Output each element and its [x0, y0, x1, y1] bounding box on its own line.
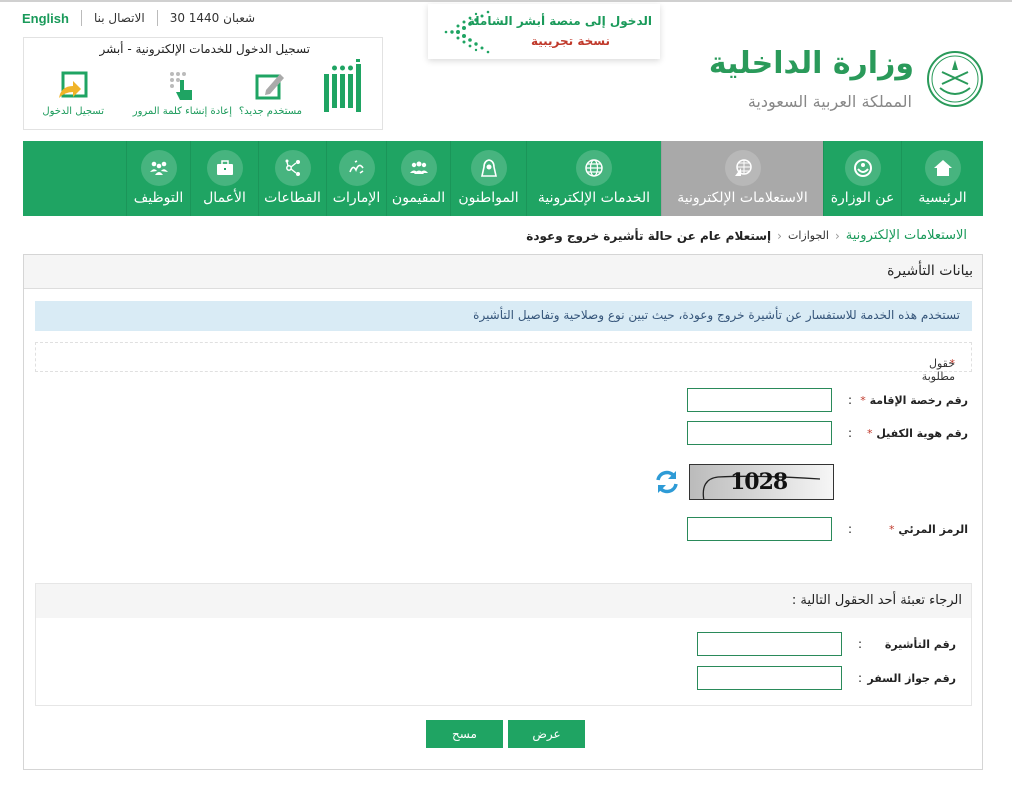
visa-number-row: رقم التأشيرة : — [22, 632, 982, 658]
keypad-hand-icon — [170, 72, 193, 100]
promo-subtitle: نسخة تجريبية — [530, 34, 610, 48]
briefcase-icon — [206, 150, 243, 186]
top-links: English الاتصال بنا 30 شعبان 1440 — [22, 10, 255, 26]
absher-platform-promo[interactable]: الدخول إلى منصة أبشر الشاملة نسخة تجريبي… — [428, 4, 660, 59]
colon: : — [857, 671, 862, 685]
colon: : — [857, 637, 862, 651]
saudi-emblem-icon — [927, 51, 983, 107]
nav-emirates[interactable]: الإمارات — [326, 141, 386, 216]
visa-data-panel: بيانات التأشيرة تستخدم هذه الخدمة للاستف… — [23, 254, 983, 770]
clear-button[interactable]: مسح — [426, 720, 503, 748]
globe-icon — [576, 150, 612, 186]
nav-residents[interactable]: المقيمون — [386, 141, 450, 216]
emirates-icon — [338, 150, 375, 186]
colon: : — [847, 522, 852, 536]
iqama-label: رقم رخصة الإقامة * — [860, 394, 968, 407]
panel-title: بيانات التأشيرة — [887, 263, 973, 279]
nav-about-ministry[interactable]: عن الوزارة — [823, 141, 901, 216]
inquiry-globe-icon — [724, 150, 761, 186]
ministry-emblem-icon — [844, 150, 881, 186]
ministry-name: وزارة الداخلية — [708, 46, 914, 81]
nav-e-services-label: الخدمات الإلكترونية — [537, 190, 651, 206]
citizen-icon — [470, 150, 507, 186]
section2-header: الرجاء تعبئة أحد الحقول التالية : — [36, 584, 971, 618]
login-icon — [59, 71, 88, 98]
chevron-left-icon: ‹ — [834, 228, 840, 243]
nav-about-label: عن الوزارة — [830, 190, 895, 206]
sponsor-row: رقم هوية الكفيل * : — [22, 421, 982, 447]
captcha-input[interactable] — [687, 517, 832, 541]
employment-icon — [140, 150, 177, 186]
nav-e-services[interactable]: الخدمات الإلكترونية — [526, 141, 661, 216]
residents-icon — [400, 150, 437, 186]
nav-employment[interactable]: التوظيف — [126, 141, 190, 216]
breadcrumb-current: إستعلام عام عن حالة تأشيرة خروج وعودة — [526, 228, 772, 243]
panel-header: بيانات التأشيرة — [24, 255, 982, 289]
colon: : — [847, 393, 852, 407]
breadcrumb-e-inquiries[interactable]: الاستعلامات الإلكترونية — [846, 228, 967, 243]
reset-password-label: إعادة إنشاء كلمة المرور — [132, 106, 232, 117]
nav-home[interactable]: الرئيسية — [901, 141, 983, 216]
reset-password-button[interactable]: إعادة إنشاء كلمة المرور — [133, 70, 232, 117]
divider — [156, 10, 158, 26]
captcha-image: 1028 — [689, 464, 834, 500]
new-user-button[interactable]: مستخدم جديد؟ — [239, 70, 302, 117]
chevron-left-icon: ‹ — [777, 228, 782, 243]
nav-home-label: الرئيسية — [918, 190, 967, 206]
nav-citizens-label: المواطنون — [458, 190, 519, 206]
login-button[interactable]: تسجيل الدخول — [42, 70, 104, 117]
absher-title: تسجيل الدخول للخدمات الإلكترونية - أبشر — [99, 42, 310, 56]
english-link[interactable]: English — [22, 11, 69, 26]
view-button[interactable]: عرض — [508, 720, 585, 748]
passport-number-row: رقم جواز السفر : — [22, 666, 982, 692]
visa-number-label: رقم التأشيرة — [884, 638, 956, 651]
promo-title: الدخول إلى منصة أبشر الشاملة — [467, 14, 652, 28]
absher-login-box: تسجيل الدخول للخدمات الإلكترونية - أبشر … — [23, 37, 383, 130]
visa-number-input[interactable] — [697, 632, 842, 656]
passport-number-input[interactable] — [697, 666, 842, 690]
colon: : — [847, 426, 852, 440]
nav-residents-label: المقيمون — [391, 190, 446, 206]
required-note-text: حقول مطلوبة — [921, 357, 955, 383]
section2-title: الرجاء تعبئة أحد الحقول التالية : — [791, 593, 962, 608]
breadcrumb: الاستعلامات الإلكترونية ‹ الجوازات ‹ إست… — [526, 228, 967, 243]
sponsor-id-input[interactable] — [687, 421, 832, 445]
info-text: تستخدم هذه الخدمة للاستفسار عن تأشيرة خر… — [473, 308, 960, 322]
contact-link[interactable]: الاتصال بنا — [94, 11, 145, 25]
nav-sectors-label: القطاعات — [264, 190, 321, 206]
nav-employment-label: التوظيف — [133, 190, 184, 206]
iqama-input[interactable] — [687, 388, 832, 412]
home-icon — [924, 150, 961, 186]
sectors-share-icon — [274, 150, 311, 186]
top-border — [0, 0, 1012, 2]
captcha-text: 1028 — [730, 469, 788, 495]
ministry-logo[interactable]: وزارة الداخلية المملكة العربية السعودية — [709, 44, 984, 124]
sponsor-label: رقم هوية الكفيل * — [866, 427, 968, 440]
nav-citizens[interactable]: المواطنون — [450, 141, 526, 216]
passport-number-label: رقم جواز السفر — [867, 672, 956, 685]
refresh-captcha-icon[interactable] — [654, 469, 680, 495]
nav-emirates-label: الإمارات — [332, 190, 381, 206]
nav-e-inquiries-label: الاستعلامات الإلكترونية — [677, 190, 808, 206]
nav-business-label: الأعمال — [203, 190, 246, 206]
login-label: تسجيل الدخول — [42, 106, 104, 117]
iqama-row: رقم رخصة الإقامة * : — [22, 388, 982, 414]
hijri-date: 30 شعبان 1440 — [169, 11, 256, 25]
info-banner: تستخدم هذه الخدمة للاستفسار عن تأشيرة خر… — [35, 301, 972, 331]
nav-e-inquiries[interactable]: الاستعلامات الإلكترونية — [661, 141, 823, 216]
nav-business[interactable]: الأعمال — [190, 141, 258, 216]
nav-sectors[interactable]: القطاعات — [258, 141, 326, 216]
absher-logo-icon — [324, 59, 361, 112]
edit-icon — [255, 74, 285, 100]
country-name: المملكة العربية السعودية — [747, 92, 912, 111]
divider — [80, 10, 82, 26]
new-user-label: مستخدم جديد؟ — [238, 106, 302, 117]
main-nav: الرئيسية عن الوزارة الاستعلامات الإلكترو… — [23, 141, 983, 216]
required-fields-note: * حقول مطلوبة — [35, 342, 972, 383]
captcha-label: الرمز المرئي * — [889, 523, 968, 536]
captcha-row: الرمز المرئي * : — [22, 517, 982, 543]
breadcrumb-passports[interactable]: الجوازات — [788, 229, 829, 242]
